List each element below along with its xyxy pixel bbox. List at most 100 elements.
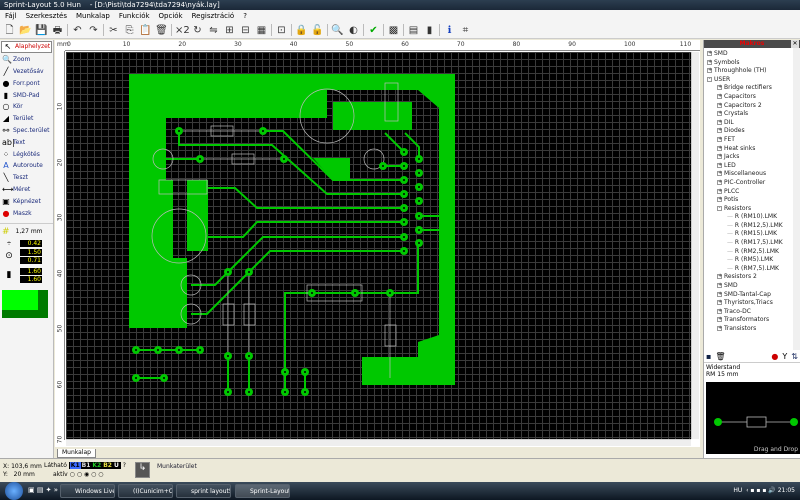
menu-item[interactable]: Opciók: [159, 10, 183, 22]
tool-test[interactable]: ╲ Teszt: [0, 172, 53, 184]
expand-icon[interactable]: +: [717, 128, 722, 134]
contrast-icon[interactable]: ◐: [347, 24, 360, 37]
tree-item[interactable]: — R (RM2,5).LMK: [704, 248, 800, 257]
start-button[interactable]: [5, 482, 23, 500]
menu-item[interactable]: Munkalap: [76, 10, 110, 22]
tree-item[interactable]: — R (RM5).LMK: [704, 256, 800, 265]
tree-item[interactable]: + Capacitors 2: [704, 102, 800, 111]
expand-icon[interactable]: +: [717, 308, 722, 314]
expand-icon[interactable]: +: [707, 51, 712, 56]
expand-icon[interactable]: +: [717, 274, 722, 280]
tool-mask[interactable]: ● Maszk: [0, 207, 53, 219]
layer-toggle-k2[interactable]: K2: [91, 462, 102, 469]
open-icon[interactable]: 📂: [19, 24, 32, 37]
expand-icon[interactable]: +: [717, 326, 722, 331]
delete-icon[interactable]: 🗑: [715, 352, 725, 361]
tool-track[interactable]: ╱ Vezetősáv: [0, 66, 53, 78]
collapse-icon[interactable]: -: [707, 76, 712, 82]
menu-item[interactable]: Funkciók: [119, 10, 150, 22]
tree-item[interactable]: + Miscellaneous: [704, 170, 800, 179]
copy-icon[interactable]: ⎘: [123, 24, 136, 37]
tool-measure[interactable]: ⟷ Méret: [0, 184, 53, 196]
tree-item[interactable]: + Crystals: [704, 110, 800, 119]
print-icon[interactable]: 🖶: [51, 24, 64, 37]
tree-item[interactable]: + Diodes: [704, 127, 800, 136]
tool-circle[interactable]: ○ Kör: [0, 101, 53, 113]
language-indicator[interactable]: HU: [733, 487, 742, 494]
layer-toggle-k1[interactable]: K1: [69, 462, 81, 469]
pad-inner-field[interactable]: 0.71: [20, 256, 42, 264]
tree-item[interactable]: — R (RM17,5).LMK: [704, 239, 800, 248]
tool-zone[interactable]: ◢ Terület: [0, 113, 53, 125]
expand-icon[interactable]: +: [717, 119, 722, 125]
quick-launch[interactable]: ▣ ▤ ✦ »: [28, 486, 58, 494]
tree-item[interactable]: + Heat sinks: [704, 145, 800, 154]
expand-icon[interactable]: +: [717, 300, 722, 306]
menu-item[interactable]: Szerkesztés: [26, 10, 67, 22]
connection-icon[interactable]: ⌗: [459, 24, 472, 37]
tree-item[interactable]: + Symbols: [704, 59, 800, 68]
layer-color-preview[interactable]: [2, 289, 48, 318]
close-icon[interactable]: ✕: [791, 40, 799, 48]
menu-item[interactable]: Regisztráció: [192, 10, 235, 22]
layer-toggle-u[interactable]: U: [113, 462, 120, 469]
tree-item[interactable]: + FET: [704, 136, 800, 145]
tree-item[interactable]: + Potis: [704, 196, 800, 205]
tree-item[interactable]: + Capacitors: [704, 93, 800, 102]
menu-item[interactable]: Fájl: [5, 10, 17, 22]
tree-item[interactable]: — R (RM15).LMK: [704, 230, 800, 239]
rotate-icon[interactable]: ↻: [191, 24, 204, 37]
redo-icon[interactable]: ↷: [87, 24, 100, 37]
tree-item[interactable]: + PIC-Controller: [704, 179, 800, 188]
tree-item[interactable]: + Jacks: [704, 153, 800, 162]
expand-icon[interactable]: +: [717, 102, 722, 108]
tool-zoom[interactable]: 🔍 Zoom: [0, 54, 53, 66]
pad-outer-field[interactable]: 1.50: [20, 248, 42, 256]
tree-item[interactable]: + Transformators: [704, 316, 800, 325]
taskbar-item[interactable]: (I)Cunicim+Cunicill...: [118, 484, 173, 498]
expand-icon[interactable]: +: [717, 283, 722, 289]
tree-item[interactable]: + SMD: [704, 50, 800, 59]
horizontal-scrollbar[interactable]: [66, 439, 691, 446]
taskbar-item[interactable]: Sprint-Layout 5.0: [235, 484, 290, 498]
lock-icon[interactable]: 🔒: [295, 24, 308, 37]
tree-item[interactable]: + PLCC: [704, 188, 800, 197]
tool-smd-pad[interactable]: ▮ SMD-Pad: [0, 89, 53, 101]
help-icon[interactable]: ?: [123, 462, 126, 469]
ungroup-icon[interactable]: ⊟: [239, 24, 252, 37]
expand-icon[interactable]: +: [717, 197, 722, 203]
collapse-icon[interactable]: -: [717, 205, 722, 211]
mirror-icon[interactable]: ⇋: [207, 24, 220, 37]
tree-item[interactable]: + Thyristors,Triacs: [704, 299, 800, 308]
refresh-icon[interactable]: ⇅: [791, 352, 798, 361]
tree-item[interactable]: + DIL: [704, 119, 800, 128]
tool-airwire[interactable]: ⁘ Légkötés: [0, 148, 53, 160]
tree-scrollbar[interactable]: [793, 48, 800, 350]
tree-item[interactable]: — R (RM7,5).LMK: [704, 265, 800, 274]
track-mode-button[interactable]: ↳: [135, 462, 150, 478]
vertical-scrollbar[interactable]: [691, 52, 699, 439]
expand-icon[interactable]: +: [717, 93, 722, 99]
expand-icon[interactable]: +: [717, 179, 722, 185]
tree-item[interactable]: + Transistors: [704, 325, 800, 334]
tree-item[interactable]: — R (RM12,5).LMK: [704, 222, 800, 231]
tree-item[interactable]: + Resistors 2: [704, 273, 800, 282]
expand-icon[interactable]: +: [717, 111, 722, 117]
tree-item[interactable]: + SMD-Tantal-Cap: [704, 291, 800, 300]
tool-special-zone[interactable]: ⚯ Spec.terület: [0, 125, 53, 137]
save-icon[interactable]: ▪: [706, 352, 711, 361]
tree-item[interactable]: + Throughhole (TH): [704, 67, 800, 76]
expand-icon[interactable]: +: [717, 317, 722, 323]
undo-icon[interactable]: ↶: [71, 24, 84, 37]
tree-item[interactable]: + LED: [704, 162, 800, 171]
cut-icon[interactable]: ✂: [107, 24, 120, 37]
layer-active-radio[interactable]: ○: [70, 471, 77, 478]
component-icon[interactable]: ▮: [423, 24, 436, 37]
new-icon[interactable]: 🗋: [3, 24, 16, 37]
layer-active-radio[interactable]: ○: [98, 471, 103, 478]
align-icon[interactable]: ▦: [255, 24, 268, 37]
tree-item[interactable]: - Resistors: [704, 205, 800, 214]
tree-item[interactable]: + SMD: [704, 282, 800, 291]
delete-icon[interactable]: 🗑: [155, 24, 168, 37]
tool-text[interactable]: ab| Text: [0, 136, 53, 148]
